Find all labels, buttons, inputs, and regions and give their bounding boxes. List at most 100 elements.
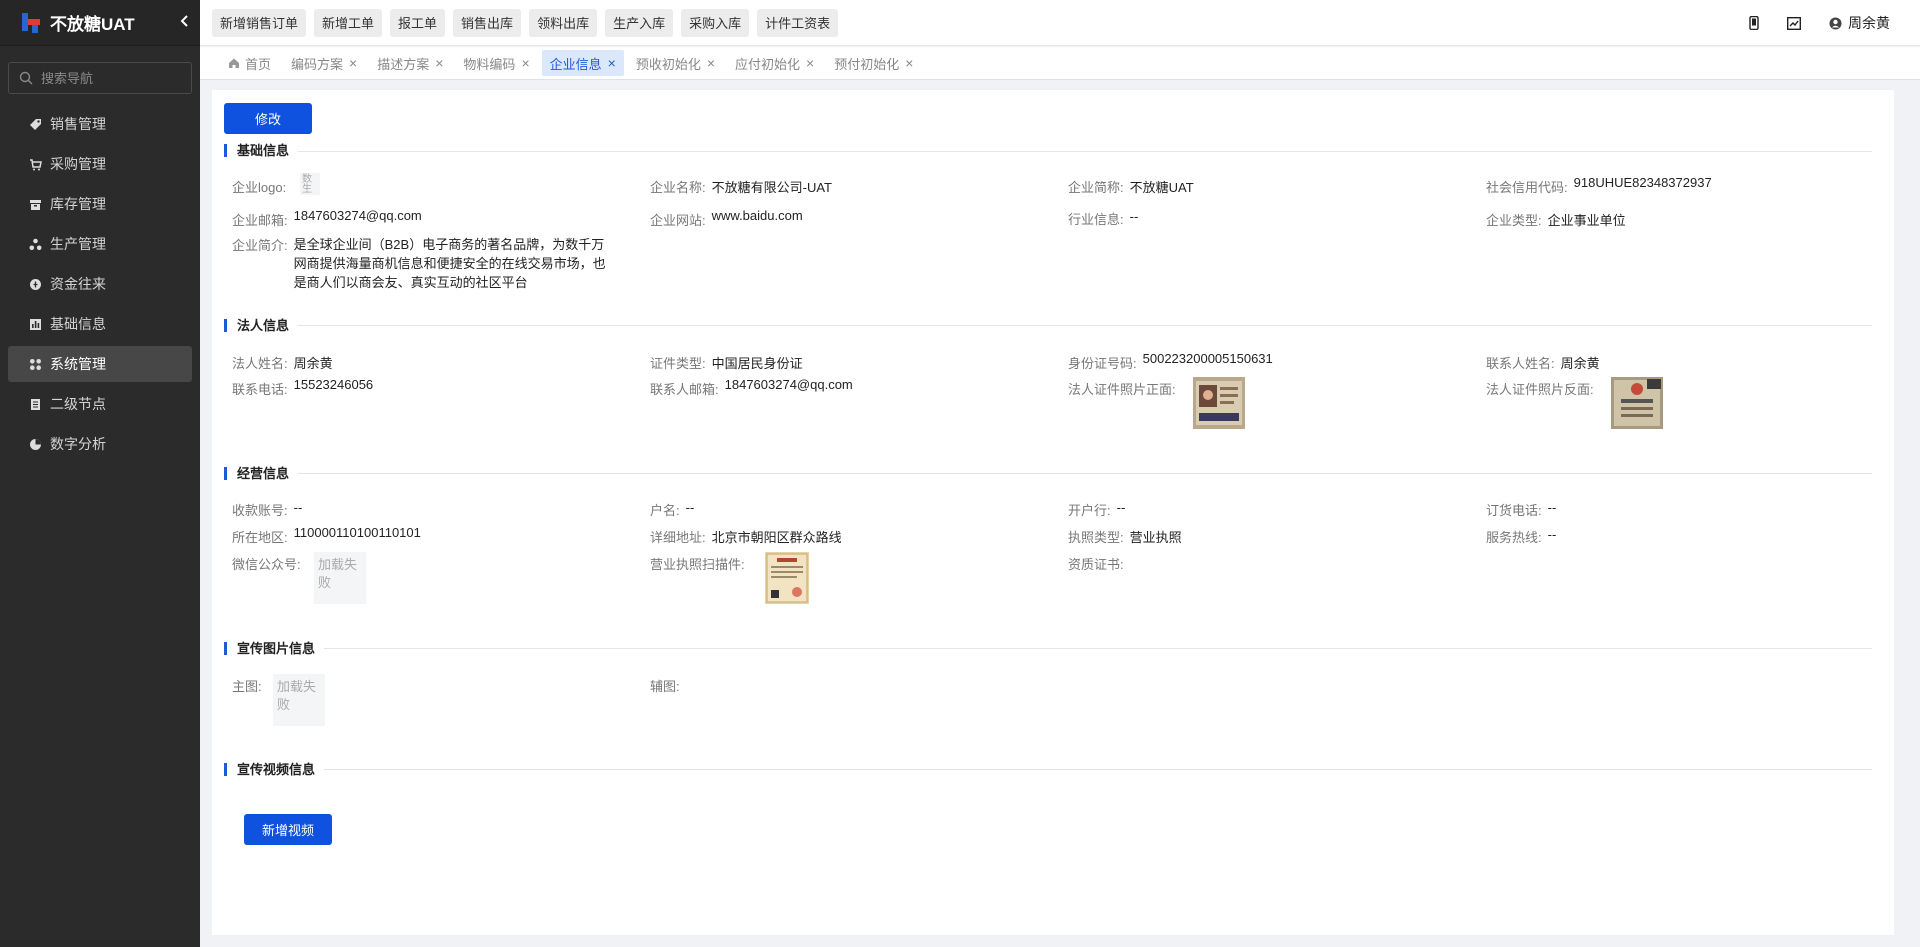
- field-value: --: [1547, 500, 1557, 515]
- field-label: 主图:: [232, 679, 262, 694]
- sidebar-item-production[interactable]: 生产管理: [8, 226, 192, 262]
- field-service-hotline: 服务热线: --: [1486, 527, 1556, 546]
- user-menu[interactable]: 周余黄: [1829, 13, 1890, 33]
- nav-search[interactable]: [8, 62, 192, 94]
- side-menu: 销售管理 采购管理 库存管理 生产管理 资金往来 基础信息 系统管理 二级节点: [0, 106, 200, 462]
- tab-label: 应付初始化: [735, 56, 801, 72]
- close-icon[interactable]: ×: [905, 55, 913, 71]
- field-label: 行业信息:: [1068, 212, 1124, 227]
- field-wechat: 微信公众号:: [232, 554, 301, 573]
- license-scan-image[interactable]: [765, 552, 809, 604]
- field-contact-name: 联系人姓名: 周余黄: [1486, 353, 1600, 372]
- close-icon[interactable]: ×: [806, 55, 814, 71]
- sidebar-item-label: 数字分析: [50, 436, 106, 452]
- field-bank: 开户行: --: [1068, 500, 1125, 519]
- field-qualification: 资质证书:: [1068, 554, 1124, 573]
- tab-label: 预收初始化: [635, 56, 701, 72]
- id-back-photo[interactable]: [1611, 377, 1663, 429]
- chart-icon: [28, 317, 42, 331]
- edit-button[interactable]: 修改: [224, 103, 312, 134]
- top-right-tools: 周余黄: [1721, 0, 1890, 46]
- field-label: 资质证书:: [1068, 557, 1124, 572]
- quick-piecework-wage-button[interactable]: 计件工资表: [757, 8, 839, 37]
- field-value: www.baidu.com: [711, 208, 803, 223]
- sidebar-item-secondary-node[interactable]: 二级节点: [8, 386, 192, 422]
- quick-new-sales-order-button[interactable]: 新增销售订单: [212, 8, 307, 37]
- sidebar-item-system[interactable]: 系统管理: [8, 346, 192, 382]
- quick-purchase-inbound-button[interactable]: 采购入库: [681, 8, 750, 37]
- tab-label: 物料编码: [463, 56, 516, 72]
- section-divider: [324, 769, 1872, 770]
- sidebar-item-digital-analysis[interactable]: 数字分析: [8, 426, 192, 462]
- tab-label: 预付初始化: [834, 56, 900, 72]
- tab-material-coding[interactable]: 物料编码 ×: [455, 50, 537, 76]
- section-divider: [298, 151, 1872, 152]
- sidebar-item-purchase[interactable]: 采购管理: [8, 146, 192, 182]
- sidebar-item-label: 基础信息: [50, 316, 106, 332]
- field-industry: 行业信息: --: [1068, 209, 1138, 228]
- field-sub-image: 辅图:: [650, 676, 680, 695]
- quick-production-inbound-button[interactable]: 生产入库: [605, 8, 674, 37]
- tab-description-scheme[interactable]: 描述方案 ×: [369, 50, 451, 76]
- field-label: 企业类型:: [1486, 213, 1542, 228]
- field-value: 营业执照: [1129, 530, 1182, 545]
- section-promo-images-title: 宣传图片信息: [224, 642, 315, 655]
- tab-receivable-init[interactable]: 预收初始化 ×: [628, 50, 723, 76]
- field-value: 北京市朝阳区群众路线: [711, 530, 842, 545]
- field-receiving-account: 收款账号: --: [232, 500, 302, 519]
- tab-label: 编码方案: [291, 56, 344, 72]
- brand-logo-icon: [20, 11, 42, 35]
- home-icon: [229, 58, 239, 68]
- pie-icon: [28, 437, 42, 451]
- field-label: 企业名称:: [650, 180, 706, 195]
- tab-company-info[interactable]: 企业信息 ×: [541, 50, 624, 76]
- tab-label: 描述方案: [377, 56, 430, 72]
- field-value: 500223200005150631: [1142, 351, 1273, 366]
- field-label: 企业简介:: [232, 238, 288, 253]
- sidebar-item-funds[interactable]: 资金往来: [8, 266, 192, 302]
- sidebar-item-sales[interactable]: 销售管理: [8, 106, 192, 142]
- id-front-photo[interactable]: [1193, 377, 1245, 429]
- nav-search-input[interactable]: [41, 70, 181, 86]
- field-region: 所在地区: 110000110100110101: [232, 525, 421, 546]
- fullscreen-icon[interactable]: [1787, 16, 1801, 30]
- tab-prepaid-init[interactable]: 预付初始化 ×: [826, 50, 921, 76]
- field-company-email: 企业邮箱: 1847603274@qq.com: [232, 208, 422, 229]
- close-icon[interactable]: ×: [521, 55, 529, 71]
- close-icon[interactable]: ×: [707, 55, 715, 71]
- brand-header: 不放糖UAT: [0, 0, 200, 46]
- sidebar-item-label: 库存管理: [50, 196, 106, 212]
- quick-sales-outbound-button[interactable]: 销售出库: [453, 8, 522, 37]
- field-label: 企业邮箱:: [232, 213, 288, 228]
- close-icon[interactable]: ×: [435, 55, 443, 71]
- quick-material-outbound-button[interactable]: 领料出库: [529, 8, 598, 37]
- sidebar: 不放糖UAT 销售管理 采购管理 库存管理 生产管理 资金往来: [0, 0, 200, 947]
- close-icon[interactable]: ×: [349, 55, 357, 71]
- search-icon: [19, 71, 33, 85]
- field-account-holder: 户名: --: [650, 500, 694, 519]
- field-company-name: 企业名称: 不放糖有限公司-UAT: [650, 177, 832, 196]
- company-logo-image: 数 生: [300, 173, 320, 195]
- top-bar: 新增销售订单 新增工单 报工单 销售出库 领料出库 生产入库 采购入库 计件工资…: [200, 0, 1920, 46]
- add-video-button[interactable]: 新增视频: [244, 814, 332, 845]
- tab-payable-init[interactable]: 应付初始化 ×: [727, 50, 822, 76]
- page-tabs: 首页 编码方案 × 描述方案 × 物料编码 × 企业信息 × 预收初始化 × 应付初始化 ×…: [200, 47, 1920, 80]
- mobile-icon[interactable]: [1749, 16, 1759, 30]
- sidebar-item-basic-info[interactable]: 基础信息: [8, 306, 192, 342]
- field-contact-phone: 联系电话: 15523246056: [232, 377, 373, 398]
- tab-coding-scheme[interactable]: 编码方案 ×: [283, 50, 365, 76]
- collapse-sidebar-icon[interactable]: [170, 14, 200, 32]
- sidebar-item-inventory[interactable]: 库存管理: [8, 186, 192, 222]
- quick-new-work-order-button[interactable]: 新增工单: [314, 8, 383, 37]
- field-value: 不放糖UAT: [1129, 180, 1194, 195]
- quick-work-report-button[interactable]: 报工单: [390, 8, 446, 37]
- box-icon: [28, 197, 42, 211]
- tab-home[interactable]: 首页: [220, 50, 279, 76]
- close-icon[interactable]: ×: [608, 55, 616, 71]
- grid-icon: [28, 357, 42, 371]
- section-legal-title: 法人信息: [224, 319, 289, 332]
- field-value: 周余黄: [293, 356, 333, 371]
- field-value: --: [293, 500, 303, 515]
- sidebar-item-label: 系统管理: [50, 356, 106, 372]
- user-name: 周余黄: [1848, 15, 1890, 31]
